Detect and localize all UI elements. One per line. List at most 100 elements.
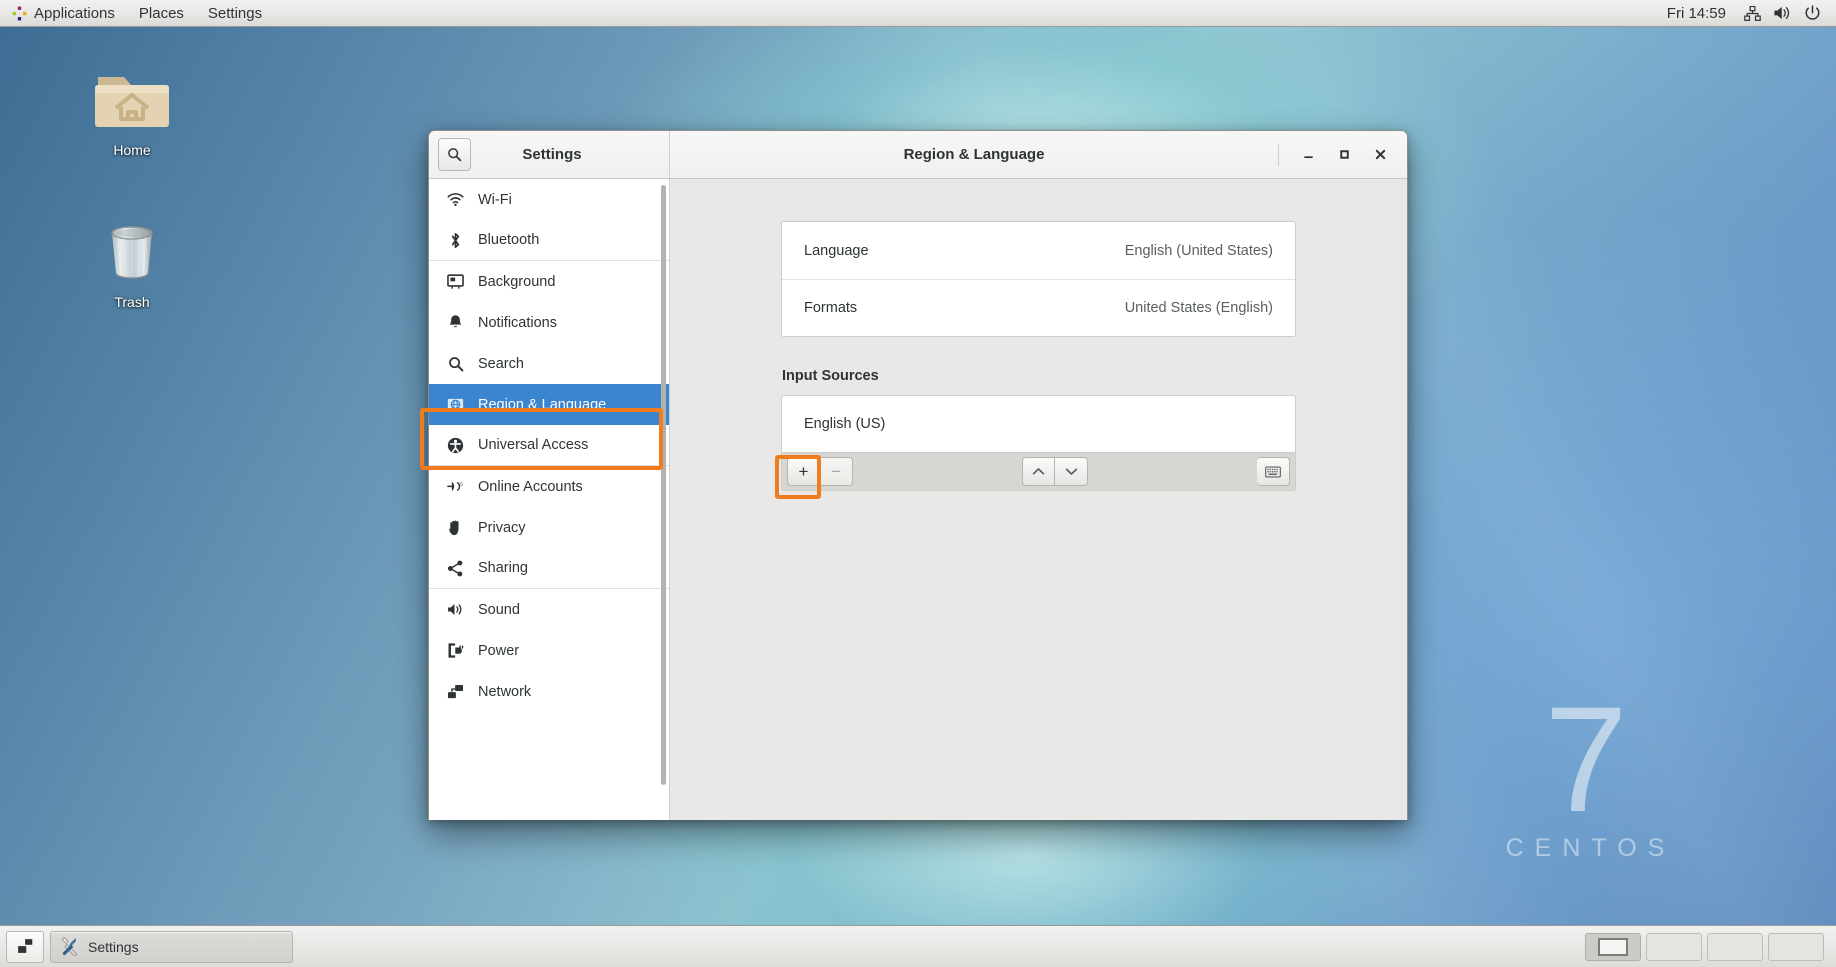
language-label: Language — [804, 242, 869, 259]
sidebar-item-label: Network — [478, 683, 532, 700]
centos-logo-icon — [12, 6, 27, 20]
sidebar-item-label: Search — [478, 355, 524, 372]
desktop-icon-label: Home — [113, 142, 151, 158]
menu-label: Settings — [207, 4, 263, 22]
menu-label: Places — [138, 4, 184, 22]
language-value: English (United States) — [1124, 242, 1273, 259]
sidebar-item-region-language[interactable]: Region & Language — [429, 384, 669, 425]
search-icon — [447, 355, 464, 372]
locale-card: Language English (United States) Formats… — [781, 221, 1296, 337]
settings-window: Settings Region & Language Wi-Fi Bluetoo… — [428, 130, 1408, 820]
workspace-3[interactable] — [1707, 932, 1763, 961]
search-button[interactable] — [438, 138, 471, 171]
keyboard-icon — [1265, 465, 1281, 478]
menu-places[interactable]: Places — [128, 2, 195, 25]
watermark-brand: CENTOS — [1505, 834, 1676, 862]
workspace-2[interactable] — [1646, 932, 1702, 961]
sidebar-item-online-accounts[interactable]: s Online Accounts — [429, 466, 669, 507]
sidebar-item-bluetooth[interactable]: Bluetooth — [429, 220, 669, 261]
panel-status-area: Fri 14:59 — [1658, 2, 1836, 24]
sidebar-item-wi-fi[interactable]: Wi-Fi — [429, 179, 669, 220]
close-button[interactable] — [1363, 138, 1397, 172]
universal-access-icon — [447, 437, 464, 454]
top-panel: Applications Places Settings Fri 14:59 — [0, 0, 1836, 27]
sidebar-item-label: Bluetooth — [478, 232, 540, 248]
power-plug-icon — [447, 642, 464, 659]
volume-icon[interactable] — [1769, 2, 1795, 24]
input-source-item[interactable]: English (US) — [782, 396, 1295, 452]
minimize-button[interactable] — [1291, 138, 1325, 172]
language-row[interactable]: Language English (United States) — [782, 222, 1295, 279]
move-group — [1022, 457, 1088, 486]
window-controls — [1278, 138, 1407, 172]
workspace-window-thumbnail — [1598, 937, 1628, 956]
sidebar-item-network[interactable]: Network — [429, 671, 669, 712]
desktop-icon-trash[interactable]: Trash — [74, 215, 190, 310]
show-desktop-button[interactable] — [6, 930, 44, 963]
privacy-hand-icon — [447, 519, 464, 536]
workspace-4[interactable] — [1768, 932, 1824, 961]
menu-label: Applications — [34, 4, 115, 22]
desktop-icon-label: Trash — [114, 294, 150, 310]
sidebar-item-notifications[interactable]: Notifications — [429, 302, 669, 343]
input-sources-heading: Input Sources — [782, 368, 879, 384]
sidebar-item-universal-access[interactable]: Universal Access — [429, 425, 669, 466]
input-source-keyboard-preview-button[interactable] — [1257, 457, 1290, 486]
search-icon — [448, 148, 462, 162]
window-body: Wi-Fi Bluetooth Background Notifications… — [429, 179, 1407, 820]
sidebar-list: Wi-Fi Bluetooth Background Notifications… — [429, 179, 669, 820]
menu-settings[interactable]: Settings — [197, 2, 273, 25]
region-language-panel: Language English (United States) Formats… — [670, 179, 1407, 820]
centos-watermark: 7 CENTOS — [1455, 675, 1715, 863]
sidebar-item-label: Sharing — [478, 560, 528, 576]
network-icon[interactable] — [1739, 2, 1765, 24]
page-title: Region & Language — [903, 146, 1045, 163]
bottom-taskbar: Settings — [0, 925, 1836, 967]
trash-can-icon — [111, 226, 153, 279]
panel-content: Language English (United States) Formats… — [781, 221, 1296, 491]
bell-icon — [447, 314, 464, 331]
taskbar-window-label: Settings — [88, 938, 139, 955]
preview-group — [1257, 457, 1290, 486]
chevron-up-icon — [1032, 468, 1045, 475]
formats-row[interactable]: Formats United States (English) — [782, 279, 1295, 336]
sidebar-item-privacy[interactable]: Privacy — [429, 507, 669, 548]
formats-value: United States (English) — [1124, 300, 1273, 316]
clock[interactable]: Fri 14:59 — [1658, 3, 1735, 24]
input-source-add-button[interactable]: + — [787, 457, 820, 486]
sidebar-item-power[interactable]: Power — [429, 630, 669, 671]
input-source-move-up-button[interactable] — [1022, 457, 1055, 486]
menu-applications[interactable]: Applications — [1, 2, 126, 25]
sidebar-item-label: Universal Access — [478, 437, 589, 453]
sidebar-item-label: Wi-Fi — [478, 191, 512, 208]
app-title: Settings — [522, 146, 582, 163]
sidebar-item-label: Region & Language — [478, 396, 607, 413]
workspace-1[interactable] — [1585, 932, 1641, 961]
home-folder-icon — [95, 77, 169, 127]
region-language-icon — [447, 396, 464, 413]
sidebar-scrollbar[interactable] — [661, 185, 666, 785]
network-icon — [447, 683, 464, 700]
taskbar-window-settings[interactable]: Settings — [50, 930, 293, 963]
input-sources-toolbar: + − — [781, 452, 1296, 491]
add-remove-group: + − — [787, 457, 853, 486]
sidebar-item-search[interactable]: Search — [429, 343, 669, 384]
sidebar-item-sound[interactable]: Sound — [429, 589, 669, 630]
maximize-button[interactable] — [1327, 138, 1361, 172]
chevron-down-icon — [1065, 468, 1077, 475]
wifi-icon — [447, 191, 464, 208]
input-source-move-down-button[interactable] — [1055, 457, 1088, 486]
sidebar-item-sharing[interactable]: Sharing — [429, 548, 669, 589]
titlebar-left-section: Settings — [429, 131, 670, 178]
sidebar-item-background[interactable]: Background — [429, 261, 669, 302]
maximize-icon — [1339, 150, 1349, 159]
input-sources-list: English (US) — [781, 395, 1296, 452]
workspace-switcher — [1585, 932, 1830, 961]
window-titlebar: Settings Region & Language — [429, 131, 1407, 179]
power-icon[interactable] — [1799, 2, 1825, 24]
titlebar-right-section: Region & Language — [670, 131, 1407, 178]
minimize-icon — [1303, 156, 1313, 159]
background-icon — [447, 273, 464, 290]
watermark-version: 7 — [1544, 675, 1627, 843]
desktop-icon-home[interactable]: Home — [74, 63, 190, 158]
